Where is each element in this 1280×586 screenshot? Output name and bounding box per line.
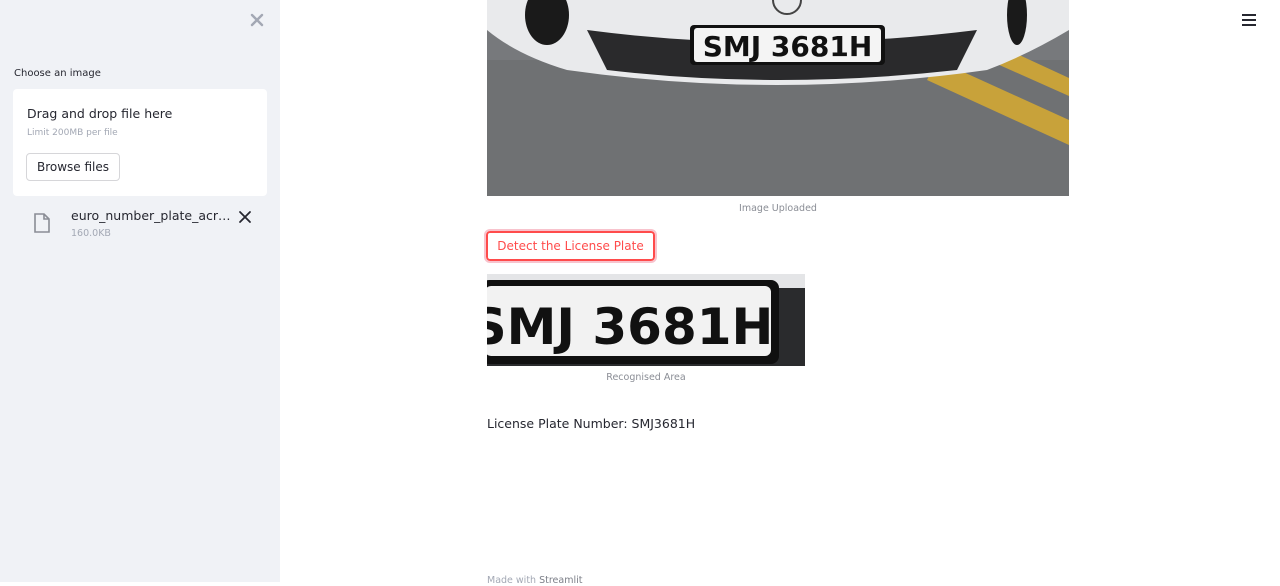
main-menu-button[interactable] xyxy=(1242,14,1256,28)
footer: Made with Streamlit xyxy=(487,575,583,586)
plate-text: SMJ 3681H xyxy=(703,30,873,63)
footer-brand-link[interactable]: Streamlit xyxy=(539,575,582,586)
close-icon xyxy=(239,211,251,223)
uploader-label: Choose an image xyxy=(14,68,101,79)
file-name: euro_number_plate_acrylic.jpg xyxy=(71,208,237,223)
uploaded-car-image: SMJ 3681H xyxy=(487,0,1069,196)
hamburger-menu-icon xyxy=(1242,14,1256,26)
recognised-area-caption: Recognised Area xyxy=(606,372,686,383)
remove-file-button[interactable] xyxy=(238,209,252,223)
file-size: 160.0KB xyxy=(71,228,111,239)
uploaded-file-item: euro_number_plate_acrylic.jpg 160.0KB xyxy=(0,205,280,245)
browse-files-button[interactable]: Browse files xyxy=(26,153,120,181)
recognised-area-image: SMJ 3681H xyxy=(487,274,805,366)
detect-license-plate-button[interactable]: Detect the License Plate xyxy=(484,229,657,263)
plate-text: SMJ 3681H xyxy=(487,298,773,356)
close-sidebar-button[interactable] xyxy=(248,11,266,29)
license-plate-result: License Plate Number: SMJ3681H xyxy=(487,416,696,431)
sidebar: Choose an image Drag and drop file here … xyxy=(0,0,280,582)
uploaded-image-caption: Image Uploaded xyxy=(739,203,817,214)
dropzone-limit: Limit 200MB per file xyxy=(27,128,118,138)
dropzone-title: Drag and drop file here xyxy=(27,106,173,121)
footer-prefix: Made with xyxy=(487,575,537,586)
file-icon xyxy=(34,213,50,233)
close-icon xyxy=(250,13,264,27)
file-dropzone[interactable]: Drag and drop file here Limit 200MB per … xyxy=(13,89,267,196)
